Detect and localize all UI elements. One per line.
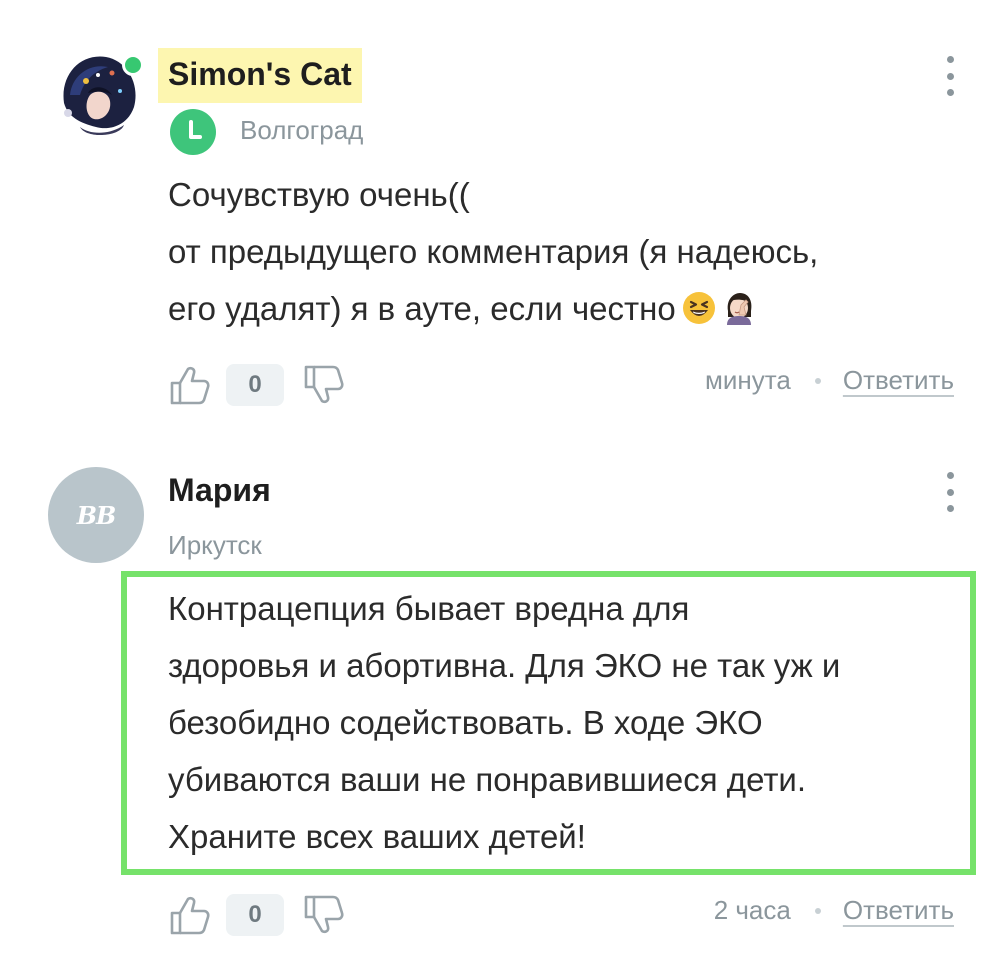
facepalm-emoji: [726, 293, 752, 325]
separator-dot: [814, 377, 821, 384]
comment-line: его удалят) я в ауте, если честно: [168, 290, 676, 327]
comment-line: Контрацепция бывает вредна для: [168, 590, 690, 627]
kebab-menu-icon[interactable]: [938, 472, 962, 512]
clock-badge-icon: [170, 109, 216, 155]
comment-line-with-emoji: его удалят) я в ауте, если честно: [168, 280, 968, 337]
comment-actions: 0 2 часа Ответить: [0, 885, 1000, 945]
like-count: 0: [226, 364, 284, 406]
reply-link[interactable]: Ответить: [843, 895, 954, 926]
comment-line: Сочувствую очень((: [168, 176, 470, 213]
comment-line: от предыдущего комментария (я надеюсь,: [168, 233, 819, 270]
comment-author[interactable]: Simon's Cat: [158, 48, 362, 103]
comment-author-city: Волгоград: [240, 115, 364, 145]
comment-body: Сочувствую очень(( от предыдущего коммен…: [168, 166, 968, 337]
comment-actions: 0 минута Ответить: [0, 355, 1000, 415]
comment-time: 2 часа: [713, 895, 791, 925]
comment-line: убиваются ваши не понравившиеся дети.: [168, 761, 807, 798]
comment-time: минута: [705, 365, 791, 395]
comment-meta: 2 часа Ответить: [714, 895, 954, 926]
separator-dot: [814, 907, 821, 914]
reply-link[interactable]: Ответить: [843, 365, 954, 396]
like-count: 0: [226, 894, 284, 936]
comment-line: безобидно содействовать. В ходе ЭКО: [168, 704, 763, 741]
avatar-maria[interactable]: BB: [48, 467, 144, 563]
comment-meta: минута Ответить: [705, 365, 954, 396]
online-status-indicator: [122, 54, 144, 76]
comment-body: Контрацепция бывает вредна для здоровья …: [168, 580, 958, 865]
thumb-up-icon[interactable]: [166, 891, 214, 939]
comment-line: здоровья и абортивна. Для ЭКО не так уж …: [168, 647, 841, 684]
comment-author-city: Иркутск: [168, 530, 262, 560]
comment-author[interactable]: Мария: [168, 472, 271, 509]
kebab-menu-icon[interactable]: [938, 56, 962, 96]
comment-line: Храните всех ваших детей!: [168, 818, 586, 855]
thumb-down-icon[interactable]: [300, 891, 348, 939]
avatar-initials: BB: [76, 500, 117, 530]
thumb-down-icon[interactable]: [300, 361, 348, 409]
thumb-up-icon[interactable]: [166, 361, 214, 409]
grinning-squinting-emoji: [682, 292, 715, 324]
